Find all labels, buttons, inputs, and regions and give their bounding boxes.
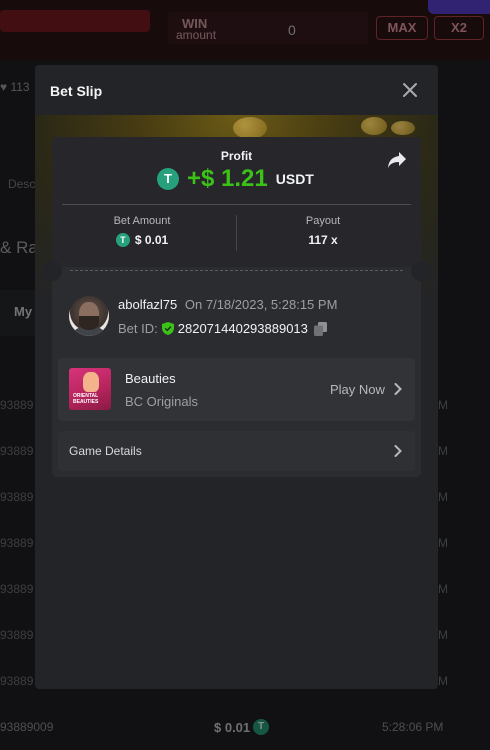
bet-id-label: Bet ID: bbox=[118, 321, 158, 336]
avatar[interactable] bbox=[69, 296, 109, 336]
chevron-right-icon bbox=[394, 445, 402, 457]
coin-decoration bbox=[233, 117, 267, 139]
coin-decoration bbox=[391, 121, 415, 135]
bet-amount-label: Bet Amount bbox=[113, 215, 171, 227]
thumbnail-figure bbox=[83, 372, 99, 392]
tether-icon: T bbox=[157, 168, 179, 190]
user-line: abolfazl75 On 7/18/2023, 5:28:15 PM bbox=[118, 297, 337, 312]
bet-date: On 7/18/2023, 5:28:15 PM bbox=[184, 297, 338, 312]
payout-stat: Payout 117 x bbox=[233, 215, 413, 247]
payout-label: Payout bbox=[305, 215, 341, 227]
ticket-notch bbox=[411, 261, 431, 281]
profit-section: Profit T +$ 1.21 USDT Bet Amount T $ 0.0… bbox=[52, 137, 421, 267]
profit-row: T +$ 1.21 USDT bbox=[157, 165, 314, 193]
bet-slip-card: Profit T +$ 1.21 USDT Bet Amount T $ 0.0… bbox=[42, 137, 431, 477]
game-provider: BC Originals bbox=[125, 394, 198, 409]
modal-title: Bet Slip bbox=[50, 83, 103, 99]
ticket-notch bbox=[42, 261, 62, 281]
game-details-row[interactable]: Game Details bbox=[58, 431, 415, 471]
bet-slip-modal: Bet Slip Profit T +$ 1.21 USDT Bet Amoun… bbox=[35, 65, 438, 689]
profit-amount: +$ 1.21 bbox=[187, 165, 268, 192]
game-name: Beauties bbox=[125, 371, 176, 386]
chevron-right-icon bbox=[394, 383, 402, 395]
payout-value: 117 x bbox=[308, 233, 338, 247]
avatar-beard bbox=[79, 316, 99, 330]
play-now-link[interactable]: Play Now bbox=[330, 382, 385, 397]
bet-id-value: 282071440293889013 bbox=[177, 321, 308, 336]
game-details-label: Game Details bbox=[69, 444, 142, 458]
modal-header: Bet Slip bbox=[35, 65, 438, 115]
dashed-separator bbox=[70, 270, 403, 271]
bet-amount-stat: Bet Amount T $ 0.01 bbox=[52, 215, 232, 247]
shield-icon bbox=[161, 322, 174, 335]
tether-icon: T bbox=[115, 233, 130, 247]
bet-amount-value-row: T $ 0.01 bbox=[52, 233, 232, 247]
copy-icon[interactable] bbox=[313, 321, 327, 336]
share-icon[interactable] bbox=[387, 151, 407, 169]
profit-currency: USDT bbox=[275, 171, 314, 187]
close-icon[interactable] bbox=[401, 81, 419, 99]
thumbnail-text: ORIENTAL BEAUTIES bbox=[73, 393, 99, 405]
divider bbox=[62, 204, 411, 205]
user-name[interactable]: abolfazl75 bbox=[118, 297, 177, 312]
coin-decoration bbox=[361, 117, 387, 135]
profit-label: Profit bbox=[220, 149, 253, 163]
game-thumbnail[interactable]: ORIENTAL BEAUTIES bbox=[69, 368, 111, 410]
game-row[interactable]: ORIENTAL BEAUTIES Beauties BC Originals … bbox=[58, 358, 415, 421]
bet-amount-value: $ 0.01 bbox=[134, 233, 169, 247]
bet-id-line: Bet ID: 282071440293889013 bbox=[118, 321, 327, 336]
